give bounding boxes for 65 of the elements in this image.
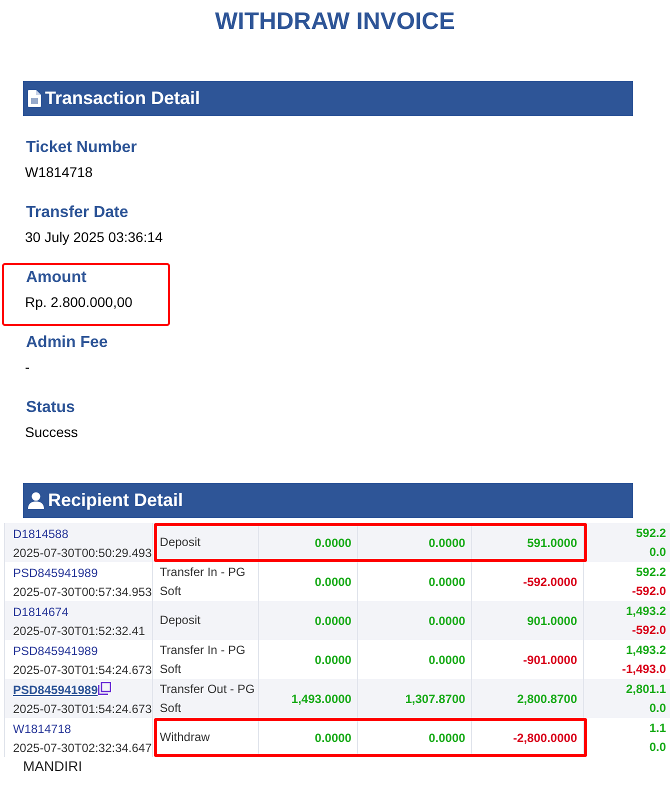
amount-value: 0.0000 bbox=[314, 534, 352, 552]
amount-value: 0.0000 bbox=[428, 574, 466, 590]
user-icon bbox=[28, 492, 44, 509]
timestamp: 2025-07-30T00:57:34.953 bbox=[13, 584, 152, 601]
amount-value: 0.0000 bbox=[428, 534, 466, 552]
amount-value: 0.0000 bbox=[314, 652, 352, 668]
amount-value: 0.0000 bbox=[428, 652, 466, 668]
amount-value: 2,800.8700 bbox=[517, 690, 578, 708]
balance-value: 1,493.2 bbox=[626, 642, 666, 658]
transaction-type: Deposit bbox=[160, 534, 200, 551]
balance-value: 2,801.1 bbox=[626, 680, 666, 698]
field-value: - bbox=[25, 358, 31, 376]
timestamp: 2025-07-30T01:54:24.673 bbox=[13, 701, 152, 718]
balance-value: 592.2 bbox=[636, 564, 666, 580]
amount-value: 0.0000 bbox=[428, 612, 466, 630]
balance-value: -1,493.0 bbox=[622, 660, 666, 678]
amount-value: 0.0000 bbox=[314, 730, 352, 746]
amount-value: -2,800.0000 bbox=[513, 730, 578, 746]
field-value: W1814718 bbox=[25, 163, 94, 181]
amount-value: 0.0000 bbox=[314, 612, 352, 630]
ticket-id: D1814674 bbox=[13, 604, 68, 621]
field-label: Admin Fee bbox=[25, 333, 109, 353]
amount-value: 901.0000 bbox=[527, 612, 578, 630]
page-title: WITHDRAW INVOICE bbox=[214, 7, 456, 37]
field-label: Transfer Date bbox=[25, 203, 130, 223]
balance-value: 1.1 bbox=[649, 720, 666, 736]
field-value: Success bbox=[25, 423, 79, 441]
balance-value: -592.0 bbox=[632, 622, 666, 638]
amount-value: -901.0000 bbox=[523, 652, 578, 668]
timestamp: 2025-07-30T01:54:24.673 bbox=[13, 662, 152, 679]
ticket-id: W1814718 bbox=[13, 721, 72, 738]
field-value: 30 July 2025 03:36:14 bbox=[25, 228, 164, 246]
timestamp: 2025-07-30T00:50:29.493 bbox=[13, 545, 152, 562]
section-title: Transaction Detail bbox=[45, 87, 200, 110]
copy-icon[interactable] bbox=[98, 682, 111, 695]
amount-value: -592.0000 bbox=[523, 574, 578, 590]
balance-value: 0.0 bbox=[649, 544, 666, 560]
balance-value: 0.0 bbox=[649, 738, 666, 756]
transaction-type: Deposit bbox=[160, 612, 200, 629]
transaction-type: Transfer Out - PG Soft bbox=[160, 680, 256, 716]
balance-value: 0.0 bbox=[649, 700, 666, 716]
section-title: Recipient Detail bbox=[48, 489, 184, 512]
timestamp: 2025-07-30T02:32:34.647 bbox=[13, 740, 152, 757]
transaction-type: Withdraw bbox=[160, 729, 210, 746]
field-label: Amount bbox=[25, 268, 88, 288]
transaction-type: Transfer In - PG Soft bbox=[160, 642, 246, 678]
field-value: Rp. 2.800.000,00 bbox=[25, 293, 134, 311]
field-label: Status bbox=[25, 398, 76, 418]
amount-value: 1,493.0000 bbox=[291, 690, 352, 708]
document-icon bbox=[28, 90, 41, 107]
amount-value: 0.0000 bbox=[314, 574, 352, 590]
ticket-link[interactable]: PSD845941989 bbox=[13, 681, 98, 700]
ticket-id: D1814588 bbox=[13, 526, 68, 543]
transaction-type: Transfer In - PG Soft bbox=[160, 564, 246, 600]
ticket-id: PSD845941989 bbox=[13, 565, 98, 582]
balance-value: 1,493.2 bbox=[626, 602, 666, 620]
field-label: Ticket Number bbox=[25, 138, 138, 158]
timestamp: 2025-07-30T01:52:32.41 bbox=[13, 623, 146, 640]
bank-name: MANDIRI bbox=[23, 758, 84, 774]
ticket-id: PSD845941989 bbox=[13, 643, 98, 660]
amount-value: 591.0000 bbox=[527, 534, 578, 552]
amount-value: 0.0000 bbox=[428, 730, 466, 746]
amount-value: 1,307.8700 bbox=[405, 690, 466, 708]
balance-value: -592.0 bbox=[632, 582, 666, 600]
balance-value: 592.2 bbox=[636, 524, 666, 542]
